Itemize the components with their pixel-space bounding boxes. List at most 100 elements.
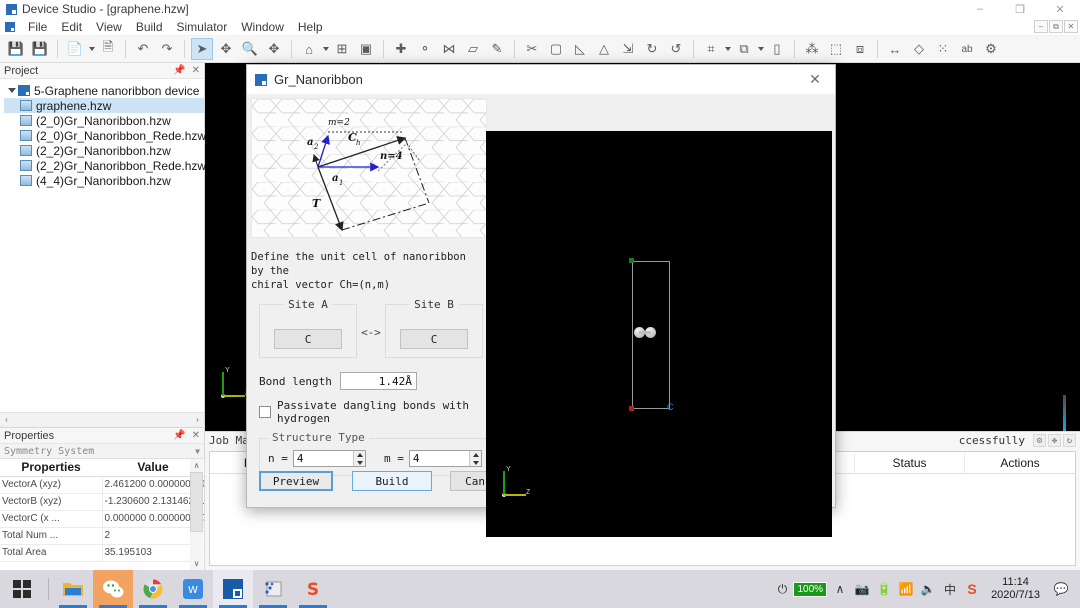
slab-icon[interactable]: ⧈ (849, 38, 871, 60)
build-button[interactable]: Build (352, 471, 432, 491)
settings-icon[interactable]: ⚙ (1033, 434, 1046, 447)
close-icon[interactable]: ✕ (192, 65, 200, 76)
chevron-down-icon[interactable] (87, 38, 96, 60)
site-b-element-button[interactable]: C (400, 329, 468, 349)
polyhedron-icon[interactable]: ◇ (908, 38, 930, 60)
undo-icon[interactable]: ↶ (132, 38, 154, 60)
pick-tool-icon[interactable]: ⚙ (980, 38, 1002, 60)
refresh-icon[interactable]: ↻ (1063, 434, 1076, 447)
add-atom-icon[interactable]: ✚ (390, 38, 412, 60)
mdi-close-button[interactable]: ✕ (1064, 20, 1078, 33)
volume-muted-icon[interactable]: 🔈 (917, 570, 939, 608)
chevron-down-icon[interactable] (6, 88, 18, 93)
select-cursor-icon[interactable]: ➤ (191, 38, 213, 60)
cluster-icon[interactable]: ⁂ (801, 38, 823, 60)
redo-icon[interactable]: ↷ (156, 38, 178, 60)
mdi-minimize-button[interactable]: – (1034, 20, 1048, 33)
add-molecule-icon[interactable]: ⚬ (414, 38, 436, 60)
grid-view-icon[interactable]: ⊞ (331, 38, 353, 60)
supercell-icon[interactable]: ▢ (545, 38, 567, 60)
window-close-button[interactable]: ✕ (1040, 0, 1080, 18)
menu-item-help[interactable]: Help (291, 20, 330, 34)
zoom-icon[interactable]: 🔍 (239, 38, 261, 60)
cut-bond-icon[interactable]: ✂ (521, 38, 543, 60)
properties-row[interactable]: Total Num ... 2 (0, 527, 204, 545)
project-horizontal-scrollbar[interactable]: ‹ › (0, 412, 204, 425)
n-spinner-down-icon[interactable] (354, 459, 366, 466)
taskbar-app-sogou[interactable]: S (293, 570, 333, 608)
window-maximize-button[interactable]: ❐ (1000, 0, 1040, 18)
menu-item-view[interactable]: View (89, 20, 129, 34)
menu-item-edit[interactable]: Edit (54, 20, 89, 34)
taskbar-app-wps-office[interactable]: W (173, 570, 213, 608)
properties-row[interactable]: VectorB (xyz)-1.230600 2.131462 0.000000 (0, 493, 204, 511)
shuffle-icon[interactable]: ✥ (1048, 434, 1061, 447)
scroll-down-icon[interactable]: ∨ (190, 557, 203, 570)
window-minimize-button[interactable]: – (960, 0, 1000, 18)
angle-icon[interactable]: ◺ (569, 38, 591, 60)
scroll-up-icon[interactable]: ∧ (190, 459, 203, 472)
properties-row[interactable]: VectorC (x ...0.000000 0.000000 6.709000 (0, 510, 204, 528)
tree-item[interactable]: (2_2)Gr_Nanoribbon.hzw (4, 143, 204, 158)
tree-item[interactable]: (2_0)Gr_Nanoribbon.hzw (4, 113, 204, 128)
tile-view-icon[interactable]: ▣ (355, 38, 377, 60)
taskbar-app-device-studio[interactable] (213, 570, 253, 608)
rotate-icon[interactable]: ✥ (215, 38, 237, 60)
mdi-restore-button[interactable]: ⧉ (1049, 20, 1063, 33)
rotate-b-icon[interactable]: ↺ (665, 38, 687, 60)
scroll-track[interactable] (13, 413, 191, 426)
new-file-icon[interactable]: 📄 (64, 38, 86, 60)
passivate-checkbox[interactable] (259, 406, 271, 418)
scrollbar-thumb[interactable] (190, 472, 203, 532)
n-spinner-up-icon[interactable] (354, 451, 366, 458)
swap-sites-button[interactable]: <-> (358, 326, 384, 339)
taskbar-app-file-explorer[interactable] (53, 570, 93, 608)
taskbar-app-google-chrome[interactable] (133, 570, 173, 608)
save-all-icon[interactable]: 💾 (29, 38, 51, 60)
chevron-up-icon[interactable]: ∧ (829, 570, 851, 608)
measure-icon[interactable]: ⋈ (438, 38, 460, 60)
battery-status[interactable]: 100% (793, 581, 828, 597)
notification-icon[interactable]: 💬 (1048, 570, 1074, 608)
n-spinner[interactable]: 4 (292, 450, 366, 467)
symmetry-icon[interactable]: ⁙ (932, 38, 954, 60)
tree-item[interactable]: (2_2)Gr_Nanoribbon_Rede.hzw (4, 158, 206, 173)
dialog-close-button[interactable]: ✕ (795, 65, 835, 94)
menu-item-simulator[interactable]: Simulator (170, 20, 235, 34)
label-ab-icon[interactable]: ab (956, 38, 978, 60)
menu-item-build[interactable]: Build (129, 20, 170, 34)
brush-icon[interactable]: ✎ (486, 38, 508, 60)
cell-select-icon[interactable]: ⌗ (700, 38, 722, 60)
cell-bounds-icon[interactable]: ⧉ (733, 38, 755, 60)
wifi-icon[interactable]: 📶 (895, 570, 917, 608)
ime-icon[interactable]: 中 (939, 570, 961, 608)
eraser-icon[interactable]: ▱ (462, 38, 484, 60)
properties-row[interactable]: Total Area 35.195103 (0, 544, 204, 562)
m-spinner-up-icon[interactable] (470, 451, 482, 458)
site-a-element-button[interactable]: C (274, 329, 342, 349)
windows-start-icon[interactable] (0, 570, 44, 608)
cell-axis-icon[interactable]: ▯ (766, 38, 788, 60)
save-icon[interactable]: 💾 (5, 38, 27, 60)
pin-icon[interactable]: 📌 (173, 65, 185, 76)
chevron-down-icon[interactable]: ▼ (195, 447, 200, 456)
tree-item[interactable]: (4_4)Gr_Nanoribbon.hzw (4, 173, 204, 188)
bond-length-input[interactable]: 1.42Å (339, 372, 417, 390)
properties-row[interactable]: VectorA (xyz)2.461200 0.000000 0.000000 (0, 476, 204, 494)
sogou-tray-icon[interactable]: S (961, 570, 983, 608)
screenshot-icon[interactable]: 📷 (851, 570, 873, 608)
symmetry-system-selector[interactable]: Symmetry System ▼ (0, 444, 204, 459)
pan-icon[interactable]: ✥ (263, 38, 285, 60)
taskbar-app-wechat[interactable] (93, 570, 133, 608)
chevron-down-icon[interactable] (756, 38, 765, 60)
distance-icon[interactable]: ↔ (884, 38, 906, 60)
crystal-icon[interactable]: ⬚ (825, 38, 847, 60)
tree-item[interactable]: graphene.hzw (4, 98, 204, 113)
scroll-left-icon[interactable]: ‹ (0, 413, 13, 426)
tree-item[interactable]: 5-Graphene nanoribbon device (4, 83, 204, 98)
open-file-icon[interactable]: 🗎 (97, 38, 119, 60)
tree-item[interactable]: (2_0)Gr_Nanoribbon_Rede.hzw (4, 128, 206, 143)
taskbar-app-nanodcal[interactable] (253, 570, 293, 608)
pin-icon[interactable]: 📌 (173, 430, 185, 441)
translate-icon[interactable]: ⇲ (617, 38, 639, 60)
